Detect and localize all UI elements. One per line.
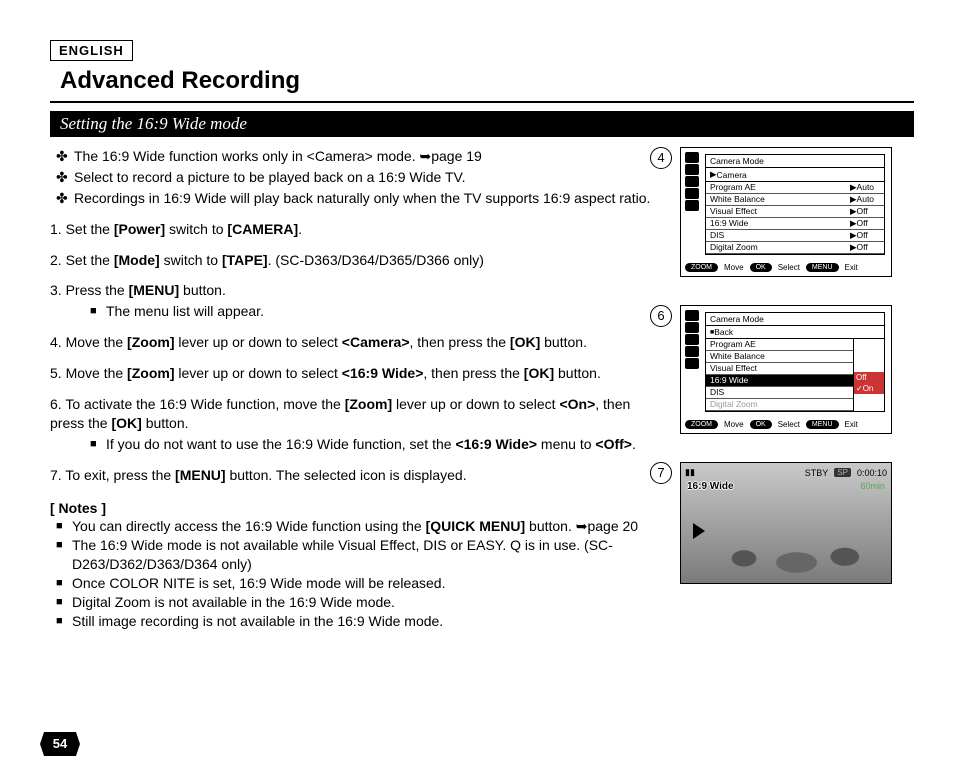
note-line: The 16:9 Wide mode is not available whil… <box>72 536 656 574</box>
preview-image <box>681 501 891 583</box>
menu-screen-6: Camera Mode ■ Back Program AE White Bala… <box>680 305 892 434</box>
play-icon <box>693 523 705 539</box>
intro-line: The 16:9 Wide function works only in <Ca… <box>74 147 482 166</box>
notes-heading: [ Notes ] <box>50 499 656 518</box>
menu-footer: ZOOMMove OKSelect MENUExit <box>681 416 891 433</box>
intro-line: Recordings in 16:9 Wide will play back n… <box>74 189 650 208</box>
step-4: 4. Move the [Zoom] lever up or down to s… <box>50 333 656 352</box>
title-rule <box>50 101 914 103</box>
note-line: Still image recording is not available i… <box>72 612 443 631</box>
step-6-sub: If you do not want to use the 16:9 Wide … <box>106 435 636 454</box>
side-icons <box>685 310 699 369</box>
menu-footer: ZOOMMove OKSelect MENUExit <box>681 259 891 276</box>
intro-line: Select to record a picture to be played … <box>74 168 465 187</box>
menu-category: ▶Camera <box>706 168 884 182</box>
body-column: ✤The 16:9 Wide function works only in <C… <box>50 147 656 631</box>
menu-title: Camera Mode <box>706 155 884 168</box>
note-line: You can directly access the 16:9 Wide fu… <box>72 517 638 536</box>
diagram-step-label: 7 <box>650 462 672 484</box>
remain-time: 60min <box>860 481 885 491</box>
step-5: 5. Move the [Zoom] lever up or down to s… <box>50 364 656 383</box>
page-number: 54 <box>40 732 80 756</box>
note-line: Once COLOR NITE is set, 16:9 Wide mode w… <box>72 574 445 593</box>
step-3-sub: The menu list will appear. <box>106 302 264 321</box>
time-counter: 0:00:10 <box>857 468 887 478</box>
wide-indicator: 16:9 Wide <box>687 481 734 492</box>
diagram-step-label: 4 <box>650 147 672 169</box>
menu-back: ■ Back <box>706 326 884 339</box>
option-on: ✓On <box>854 383 884 394</box>
step-6: 6. To activate the 16:9 Wide function, m… <box>50 395 656 433</box>
section-heading: Setting the 16:9 Wide mode <box>50 111 914 137</box>
sp-badge: SP <box>834 468 851 477</box>
menu-screen-4: Camera Mode ▶Camera Program AE▶Auto Whit… <box>680 147 892 277</box>
preview-screen-7: ▮▮ STBY SP 0:00:10 16:9 Wide 60min <box>680 462 892 584</box>
stby-label: STBY <box>805 468 829 478</box>
option-off: Off <box>854 372 884 383</box>
diagram-column: 4 Camera Mode ▶Camera Program AE▶Auto Wh… <box>674 147 914 631</box>
page-title: Advanced Recording <box>60 67 914 95</box>
step-2: 2. Set the [Mode] switch to [TAPE]. (SC-… <box>50 251 656 270</box>
language-tag: ENGLISH <box>50 40 133 61</box>
step-7: 7. To exit, press the [MENU] button. The… <box>50 466 656 485</box>
side-icons <box>685 152 699 211</box>
battery-icon: ▮▮ <box>685 467 695 478</box>
step-3: 3. Press the [MENU] button. <box>50 281 656 300</box>
step-1: 1. Set the [Power] switch to [CAMERA]. <box>50 220 656 239</box>
note-line: Digital Zoom is not available in the 16:… <box>72 593 395 612</box>
diagram-step-label: 6 <box>650 305 672 327</box>
menu-title: Camera Mode <box>706 313 884 326</box>
